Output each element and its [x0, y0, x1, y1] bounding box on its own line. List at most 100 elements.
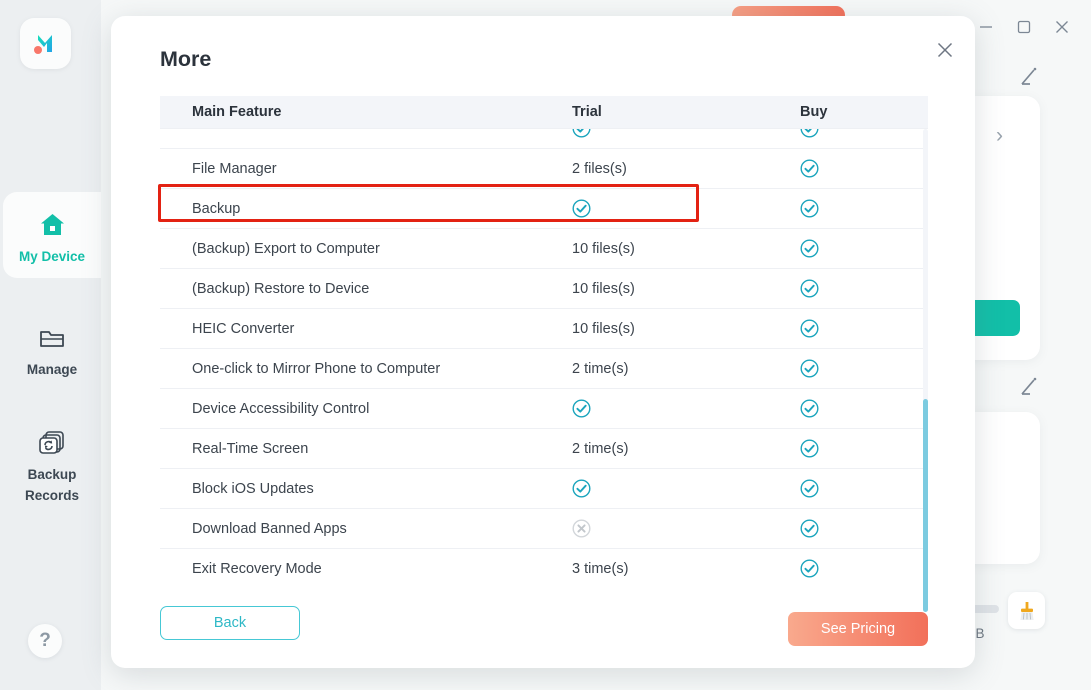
cell-buy-value	[800, 279, 928, 298]
cell-feature-name: Exit Recovery Mode	[192, 560, 322, 577]
check-circle-icon	[800, 399, 819, 418]
cross-circle-icon	[572, 519, 591, 538]
folder-icon	[38, 319, 66, 357]
table-row[interactable]: Download Banned Apps	[160, 509, 928, 549]
cell-trial-value: 2 files(s)	[572, 160, 627, 177]
app-logo	[20, 18, 71, 69]
table-scrollbar-thumb[interactable]	[923, 399, 928, 612]
table-row[interactable]: Real-Time Screen 2 time(s)	[160, 429, 928, 469]
check-circle-icon	[800, 129, 819, 138]
table-row[interactable]: Exit Recovery Mode 3 time(s)	[160, 549, 928, 582]
sidebar-item-backup-records[interactable]: Backup Records	[3, 420, 101, 508]
cell-trial-value	[572, 199, 800, 218]
home-icon	[39, 206, 66, 244]
table-scrollbar-track[interactable]	[923, 129, 928, 612]
backup-refresh-icon	[38, 424, 66, 462]
cell-buy-value	[800, 359, 928, 378]
pencil-edit-icon-secondary[interactable]	[1018, 376, 1040, 403]
help-label: ?	[39, 630, 51, 651]
cell-feature-name: File Manager	[192, 160, 277, 177]
cell-buy-value	[800, 239, 928, 258]
table-row[interactable]: Backup	[160, 189, 928, 229]
check-circle-icon	[800, 279, 819, 298]
cell-feature-name: Block iOS Updates	[192, 480, 314, 497]
table-row[interactable]: Block iOS Updates	[160, 469, 928, 509]
check-circle-icon	[800, 559, 819, 578]
close-icon[interactable]	[933, 38, 957, 62]
cell-buy-value	[800, 439, 928, 458]
cell-feature-name: Real-Time Screen	[192, 440, 309, 457]
window-maximize-button[interactable]	[1013, 16, 1035, 38]
table-row[interactable]: (Backup) Restore to Device 10 files(s)	[160, 269, 928, 309]
help-button[interactable]: ?	[28, 624, 62, 658]
cell-buy-value	[800, 519, 928, 538]
table-header-row: Main Feature Trial Buy	[160, 96, 928, 129]
back-button[interactable]: Back	[160, 606, 300, 640]
cell-feature-name: Device Accessibility Control	[192, 400, 370, 417]
table-row[interactable]: (Backup) Export to Computer 10 files(s)	[160, 229, 928, 269]
sidebar-item-manage[interactable]: Manage	[3, 312, 101, 384]
check-circle-icon	[572, 129, 591, 138]
column-header-buy: Buy	[800, 104, 828, 120]
check-circle-icon	[800, 519, 819, 538]
check-circle-icon	[800, 199, 819, 218]
cell-buy-value	[800, 129, 928, 138]
cell-buy-value	[800, 399, 928, 418]
cell-trial-value	[572, 519, 800, 538]
cell-trial-value	[572, 399, 800, 418]
column-header-trial: Trial	[572, 104, 602, 120]
sidebar-item-my-device[interactable]: My Device	[3, 192, 101, 278]
see-pricing-button[interactable]: See Pricing	[788, 612, 928, 646]
mobiletrans-m-logo-icon	[33, 34, 52, 54]
cell-trial-value: 2 time(s)	[572, 440, 629, 457]
check-circle-icon	[800, 359, 819, 378]
cell-trial-value: 10 files(s)	[572, 320, 635, 337]
column-header-main-feature: Main Feature	[192, 104, 282, 120]
cell-trial-value	[572, 479, 800, 498]
cell-buy-value	[800, 199, 928, 218]
feature-comparison-table: Main Feature Trial Buy File Manager 2 fil…	[160, 96, 928, 612]
table-row[interactable]: One-click to Mirror Phone to Computer 2 t…	[160, 349, 928, 389]
cell-buy-value	[800, 479, 928, 498]
sidebar: My Device Manage Backup Records ?	[0, 0, 101, 690]
cell-trial-value: 3 time(s)	[572, 560, 629, 577]
cell-trial-value: 2 time(s)	[572, 360, 629, 377]
cell-trial-value	[572, 129, 800, 138]
table-body: File Manager 2 files(s) Backup (Backup) Exp…	[160, 129, 928, 582]
page-title: More	[160, 47, 212, 71]
window-controls	[975, 16, 1073, 38]
table-row[interactable]: File Manager 2 files(s)	[160, 149, 928, 189]
pencil-edit-icon[interactable]	[1018, 66, 1040, 93]
cell-buy-value	[800, 159, 928, 178]
check-circle-icon	[572, 199, 591, 218]
cell-feature-name: (Backup) Export to Computer	[192, 240, 380, 257]
cell-trial-value: 10 files(s)	[572, 280, 635, 297]
broom-cleaner-icon[interactable]	[1008, 592, 1045, 629]
table-row[interactable]	[160, 129, 928, 149]
check-circle-icon	[800, 239, 819, 258]
cell-feature-name: Download Banned Apps	[192, 520, 347, 537]
sidebar-item-label: Manage	[26, 361, 78, 377]
sidebar-item-label: Backup	[27, 467, 77, 482]
chevron-right-icon[interactable]: ›	[996, 124, 1003, 148]
table-row[interactable]: Device Accessibility Control	[160, 389, 928, 429]
check-circle-icon	[800, 439, 819, 458]
cell-feature-name: HEIC Converter	[192, 320, 295, 337]
cell-feature-name: One-click to Mirror Phone to Computer	[192, 360, 441, 377]
sidebar-item-label-line2: Records	[24, 488, 80, 503]
window-minimize-button[interactable]	[975, 16, 997, 38]
app-window: My Device Manage Backup Records ? › More…	[0, 0, 1091, 690]
cell-feature-name: Backup	[192, 200, 241, 217]
check-circle-icon	[800, 319, 819, 338]
check-circle-icon	[800, 479, 819, 498]
cell-buy-value	[800, 559, 928, 578]
cell-feature-name: (Backup) Restore to Device	[192, 280, 370, 297]
more-features-modal: More Main Feature Trial Buy File Manager…	[111, 16, 975, 668]
window-close-button[interactable]	[1051, 16, 1073, 38]
check-circle-icon	[572, 399, 591, 418]
sidebar-item-label: My Device	[18, 248, 86, 264]
cell-trial-value: 10 files(s)	[572, 240, 635, 257]
table-row[interactable]: HEIC Converter 10 files(s)	[160, 309, 928, 349]
check-circle-icon	[800, 159, 819, 178]
check-circle-icon	[572, 479, 591, 498]
